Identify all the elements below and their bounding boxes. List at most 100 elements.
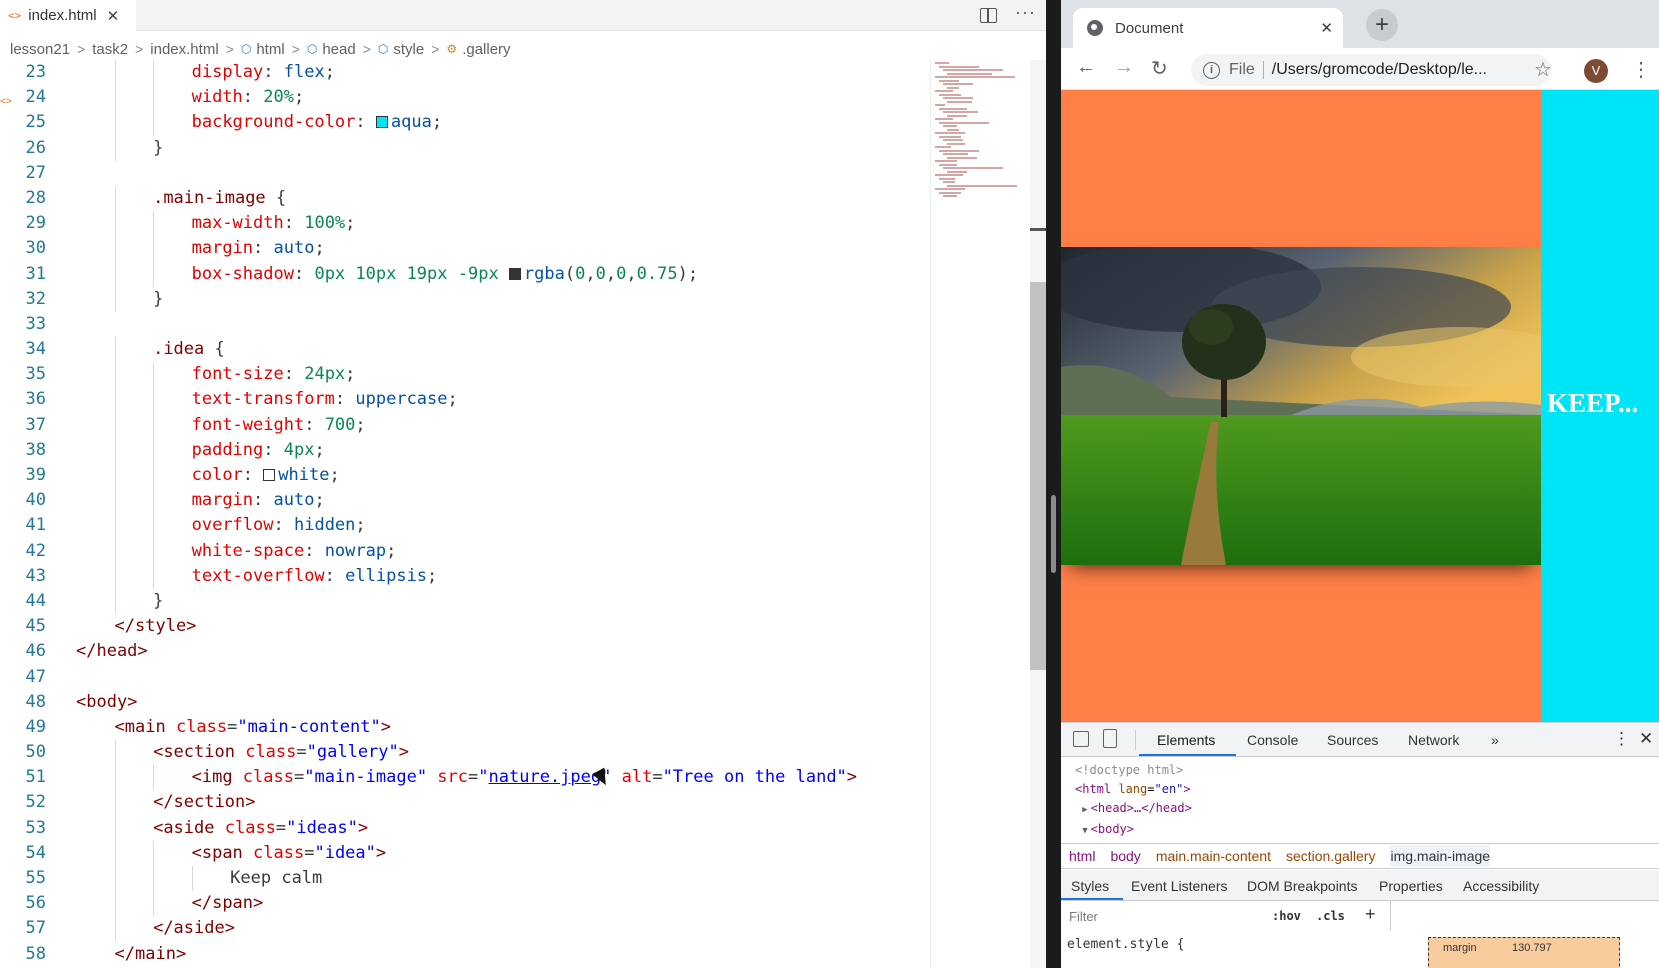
code-line[interactable]: 38 padding: 4px;: [0, 437, 930, 463]
code-line[interactable]: 33: [0, 312, 930, 337]
code-line[interactable]: 37 font-weight: 700;: [0, 412, 930, 438]
breadcrumb-item[interactable]: ⚙ .gallery: [446, 41, 510, 58]
code-line[interactable]: 57 </aside>: [0, 916, 930, 942]
code-line[interactable]: 58 </main>: [0, 942, 930, 967]
code-line[interactable]: 34 .idea {: [0, 337, 930, 363]
breadcrumb-item[interactable]: ⬡ style >: [378, 41, 447, 58]
code-line[interactable]: 42 white-space: nowrap;: [0, 538, 930, 564]
src-link[interactable]: nature.jpeg: [489, 767, 602, 787]
code-line[interactable]: 32}: [0, 286, 930, 312]
code-line[interactable]: 54 <span class="idea">: [0, 840, 930, 866]
code-line[interactable]: 55 Keep calm: [0, 866, 930, 892]
cls-button[interactable]: .cls: [1316, 909, 1345, 923]
split-editor-icon[interactable]: [980, 8, 998, 23]
browser-tab-document[interactable]: Document ✕: [1073, 8, 1343, 48]
filter-input[interactable]: Filter: [1069, 909, 1098, 924]
subtab-accessibility[interactable]: Accessibility: [1463, 878, 1539, 894]
color-swatch[interactable]: [508, 267, 521, 280]
box-model-margin-value[interactable]: 130.797: [1512, 942, 1552, 954]
code-line[interactable]: 26}: [0, 135, 930, 161]
dom-body[interactable]: ▼ <body>: [1075, 820, 1192, 841]
bookmark-star-icon[interactable]: ☆: [1534, 57, 1552, 82]
code-line[interactable]: 44}: [0, 588, 930, 615]
code-line[interactable]: 40 margin: auto;: [0, 488, 930, 514]
code-line[interactable]: 41 overflow: hidden;: [0, 513, 930, 539]
browser-menu-icon[interactable]: ⋮: [1631, 57, 1651, 82]
hov-button[interactable]: :hov: [1272, 909, 1301, 923]
code-line[interactable]: 46 </head>: [0, 639, 930, 664]
dom-doctype[interactable]: <!doctype html>: [1075, 761, 1192, 780]
subtab-event-listeners[interactable]: Event Listeners: [1131, 878, 1228, 894]
code-line[interactable]: 52 </section>: [0, 790, 930, 816]
breadcrumb-item[interactable]: task2 >: [92, 41, 150, 58]
breadcrumb-item[interactable]: <> index.html >: [0, 41, 241, 108]
code-line[interactable]: 35 font-size: 24px;: [0, 362, 930, 388]
code-line[interactable]: 27: [0, 161, 930, 186]
dom-html[interactable]: <html lang="en">: [1075, 780, 1192, 799]
tab-sources[interactable]: Sources: [1327, 732, 1378, 748]
devtools-crumb[interactable]: main.main-content: [1156, 848, 1271, 864]
split-divider[interactable]: [1046, 0, 1061, 968]
address-bar[interactable]: i File /Users/gromcode/Desktop/le...: [1191, 54, 1551, 86]
devtools-crumb[interactable]: html: [1069, 848, 1095, 864]
editor-tab-index-html[interactable]: <> index.html ✕: [0, 0, 136, 31]
devtools-menu-icon[interactable]: ⋮: [1613, 729, 1630, 749]
profile-avatar[interactable]: V: [1584, 59, 1608, 83]
close-icon[interactable]: ✕: [1639, 729, 1653, 749]
breadcrumb-item[interactable]: lesson21 >: [10, 41, 92, 58]
code-line[interactable]: 48 <body>: [0, 690, 930, 715]
color-swatch[interactable]: [375, 116, 388, 129]
code-line[interactable]: 23 display: flex;: [0, 60, 930, 86]
new-style-rule-icon[interactable]: +: [1365, 904, 1376, 925]
inspect-element-icon[interactable]: [1073, 731, 1089, 747]
code-line[interactable]: 24 width: 20%;: [0, 85, 930, 111]
devtools-crumb[interactable]: img.main-image: [1390, 845, 1491, 867]
more-tabs-icon[interactable]: »: [1491, 732, 1499, 748]
code-area[interactable]: 23 display: flex; 24 width: 20%; 25 backgroun…: [0, 60, 930, 968]
subtab-styles[interactable]: Styles: [1071, 878, 1109, 894]
tab-network[interactable]: Network: [1408, 732, 1459, 748]
code-line[interactable]: 36 text-transform: uppercase;: [0, 387, 930, 413]
address-url[interactable]: /Users/gromcode/Desktop/le...: [1272, 61, 1487, 79]
breadcrumb-item[interactable]: ⬡ html >: [241, 41, 307, 58]
code-line[interactable]: 43 text-overflow: ellipsis;: [0, 563, 930, 589]
devtools-crumb[interactable]: section.gallery: [1286, 848, 1376, 864]
reload-icon[interactable]: ↻: [1151, 56, 1168, 81]
info-icon[interactable]: i: [1203, 61, 1220, 79]
more-actions-icon[interactable]: ···: [1015, 2, 1036, 23]
code-line[interactable]: 29 max-width: 100%;: [0, 211, 930, 237]
color-swatch[interactable]: [263, 469, 276, 481]
code-line[interactable]: 39 color: white;: [0, 463, 930, 489]
code-line[interactable]: 30 margin: auto;: [0, 236, 930, 262]
device-toolbar-icon[interactable]: [1103, 729, 1117, 748]
new-tab-button[interactable]: +: [1366, 9, 1398, 41]
tab-console[interactable]: Console: [1247, 732, 1298, 748]
code-line[interactable]: 56 </span>: [0, 891, 930, 917]
back-arrow-icon[interactable]: ←: [1076, 56, 1096, 79]
close-icon[interactable]: ✕: [1320, 19, 1333, 37]
tab-elements[interactable]: Elements: [1157, 732, 1215, 748]
collapse-triangle-icon[interactable]: ▼: [1082, 826, 1087, 836]
forward-arrow-icon[interactable]: →: [1114, 56, 1134, 79]
code-line[interactable]: 25 background-color: aqua;: [0, 110, 930, 136]
subtab-dom-breakpoints[interactable]: DOM Breakpoints: [1247, 878, 1357, 894]
code-line[interactable]: 53 <aside class="ideas">: [0, 815, 930, 841]
devtools-crumb[interactable]: body: [1110, 848, 1140, 864]
vertical-scrollbar-thumb[interactable]: [1030, 282, 1046, 670]
element-style-rule[interactable]: element.style {: [1067, 937, 1184, 952]
code-line[interactable]: 51 <img class="main-image" src="nature.jp…: [0, 765, 930, 791]
breadcrumb-item[interactable]: ⬡ head >: [307, 41, 378, 58]
close-icon[interactable]: ✕: [107, 7, 120, 25]
code-line[interactable]: 49 <main class="main-content">: [0, 715, 930, 740]
code-line[interactable]: 28 .main-image {: [0, 185, 930, 212]
code-line[interactable]: 47: [0, 665, 930, 690]
dom-head[interactable]: ▶ <head>…</head>: [1075, 799, 1192, 820]
split-divider-handle[interactable]: [1051, 495, 1056, 573]
expand-triangle-icon[interactable]: ▶: [1082, 805, 1087, 815]
code-line[interactable]: 31 box-shadow: 0px 10px 19px -9px rgba(0,…: [0, 261, 930, 287]
dom-tree[interactable]: <!doctype html> <html lang="en"> ▶ <head>…: [1075, 761, 1192, 841]
minimap[interactable]: [930, 60, 1030, 968]
code-line[interactable]: 50 <section class="gallery">: [0, 740, 930, 766]
subtab-properties[interactable]: Properties: [1379, 878, 1443, 894]
code-line[interactable]: 45 </style>: [0, 614, 930, 639]
